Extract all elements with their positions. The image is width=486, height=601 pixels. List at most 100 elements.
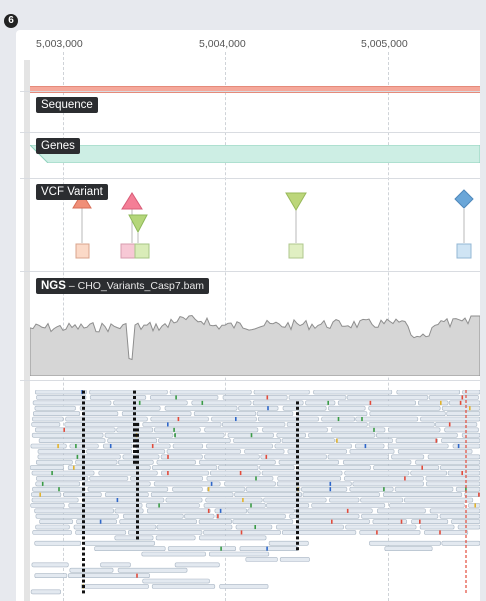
read [388, 427, 441, 433]
read [153, 481, 221, 487]
read [34, 573, 68, 579]
variant-base [136, 423, 139, 426]
mismatch-mark [346, 508, 349, 513]
variant-base [82, 509, 85, 513]
mismatch-mark [383, 487, 385, 492]
read [376, 508, 426, 514]
variant-box-5 [456, 243, 472, 259]
ruler-tick-label: 5,005,000 [361, 38, 408, 50]
mismatch-mark [404, 476, 406, 481]
mismatch-mark [329, 481, 332, 486]
variant-base [136, 498, 139, 502]
variant-base [82, 574, 85, 578]
variant-base [82, 471, 85, 475]
read [199, 535, 267, 541]
mismatch-mark [167, 471, 169, 476]
read [30, 589, 62, 595]
mismatch-mark [250, 503, 252, 508]
read [199, 459, 276, 465]
variant-base [82, 552, 85, 556]
vcf-track-label[interactable]: VCF Variant [36, 184, 108, 200]
mismatch-mark [136, 573, 138, 578]
gene-feature[interactable] [30, 145, 480, 163]
mismatch-mark [240, 530, 243, 535]
variant-base [296, 477, 299, 480]
read [128, 530, 203, 535]
variant-base [82, 568, 85, 572]
read [218, 465, 259, 470]
track-separator [20, 271, 480, 272]
mismatch-mark [474, 503, 476, 508]
mismatch-mark [174, 433, 176, 438]
mismatch-mark [265, 454, 268, 459]
mismatch-mark [75, 444, 77, 449]
variant-base [82, 428, 85, 432]
read [35, 524, 70, 530]
variant-base [296, 423, 299, 426]
coverage-plot[interactable] [30, 304, 480, 376]
read [439, 513, 480, 519]
read [278, 459, 340, 465]
variant-base [133, 406, 136, 410]
read [429, 508, 480, 514]
mismatch-mark [109, 444, 112, 449]
read [239, 546, 299, 552]
variant-base [82, 444, 85, 448]
variant-base [296, 509, 299, 513]
mismatch-mark [167, 422, 169, 427]
read [142, 578, 210, 584]
read [359, 530, 421, 535]
variant-base [296, 498, 299, 502]
read [203, 503, 266, 508]
read [36, 459, 73, 465]
variant-base [133, 450, 136, 453]
read [34, 405, 76, 411]
read [311, 503, 386, 508]
read [193, 411, 257, 417]
read [424, 530, 469, 535]
read [352, 481, 424, 487]
read [462, 390, 480, 395]
variant-base [82, 433, 85, 437]
read [295, 508, 373, 514]
mismatch-mark [207, 508, 210, 513]
read [440, 465, 480, 470]
read [369, 540, 441, 546]
read [141, 551, 206, 557]
aligned-reads-area[interactable] [30, 390, 480, 601]
mismatch-mark [329, 487, 332, 492]
track-separator [20, 380, 480, 381]
variant-base [136, 520, 139, 524]
variant-base [136, 466, 139, 470]
ngs-track-label[interactable]: NGS – CHO_Variants_Casp7.bam [36, 278, 210, 294]
read [82, 497, 165, 503]
genes-track-label[interactable]: Genes [36, 138, 80, 154]
variant-base [296, 444, 299, 448]
read [204, 427, 259, 433]
mismatch-mark [175, 395, 177, 400]
read [263, 497, 327, 503]
read [105, 492, 149, 497]
read [420, 416, 480, 422]
read [79, 405, 161, 411]
variant-base [296, 487, 299, 491]
read [123, 513, 184, 519]
variant-base [136, 444, 139, 448]
read [274, 443, 352, 449]
variant-base [136, 525, 139, 529]
read [169, 390, 252, 395]
read [155, 535, 196, 541]
read [276, 481, 352, 487]
read [89, 390, 168, 395]
sequence-track-label[interactable]: Sequence [36, 97, 98, 113]
read [373, 465, 440, 470]
read [417, 400, 449, 406]
variant-base [133, 417, 136, 421]
variant-base [296, 406, 299, 410]
read [464, 492, 480, 497]
mismatch-mark [478, 492, 480, 497]
read [174, 562, 220, 568]
read [256, 411, 294, 417]
read [117, 567, 188, 573]
variant-base [133, 401, 136, 405]
